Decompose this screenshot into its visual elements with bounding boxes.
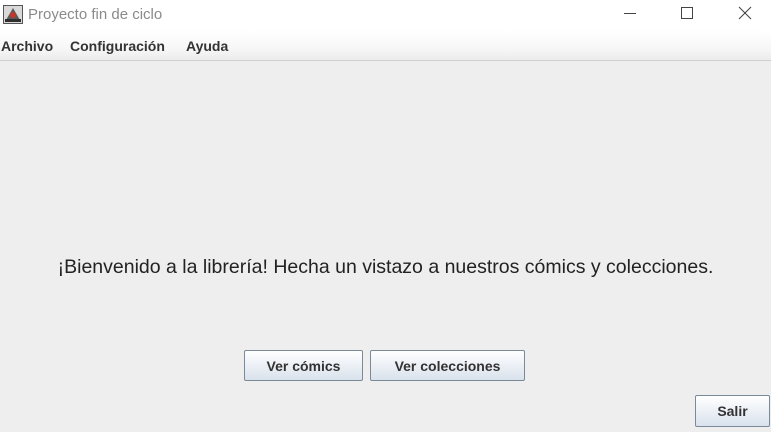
close-button[interactable]	[722, 0, 768, 30]
minimize-icon	[624, 6, 636, 24]
salir-button[interactable]: Salir	[695, 395, 770, 427]
title-bar[interactable]: Proyecto fin de ciclo	[0, 0, 771, 30]
application-window: Proyecto fin de ciclo Archivo Configurac…	[0, 0, 771, 432]
maximize-button[interactable]	[664, 0, 710, 30]
minimize-button[interactable]	[607, 0, 653, 30]
ver-colecciones-button[interactable]: Ver colecciones	[370, 350, 525, 381]
maximize-icon	[681, 6, 693, 24]
menu-bar: Archivo Configuración Ayuda	[0, 30, 771, 61]
menu-ayuda[interactable]: Ayuda	[186, 38, 228, 54]
ver-comics-button[interactable]: Ver cómics	[244, 350, 363, 381]
menu-configuracion[interactable]: Configuración	[70, 38, 165, 54]
close-icon	[738, 6, 752, 25]
welcome-message: ¡Bienvenido a la librería! Hecha un vist…	[57, 256, 714, 278]
window-title: Proyecto fin de ciclo	[28, 6, 163, 23]
menu-archivo[interactable]: Archivo	[1, 38, 53, 54]
java-app-icon	[3, 5, 23, 24]
